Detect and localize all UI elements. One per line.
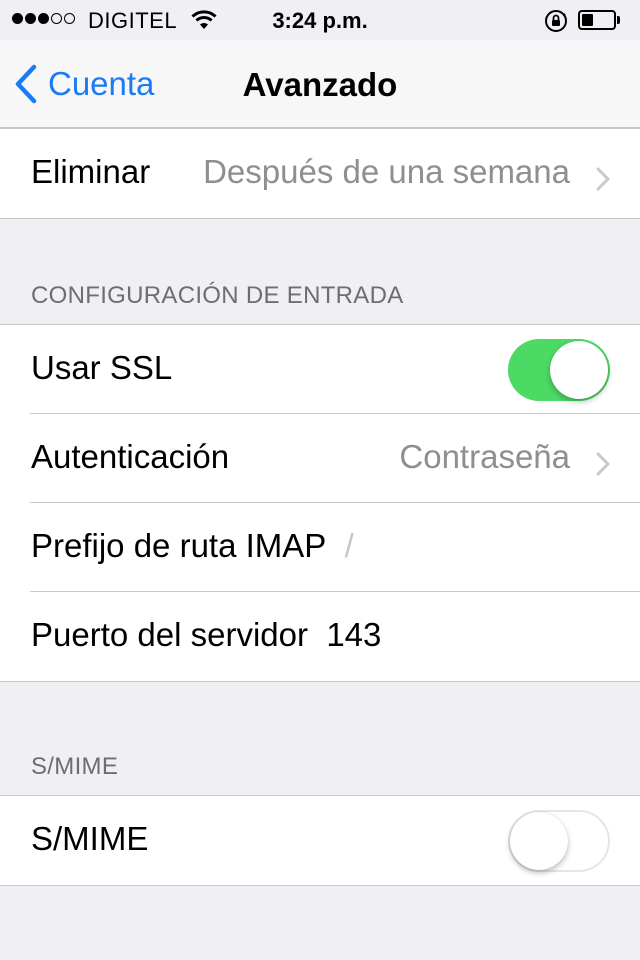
smime-label: S/MIME — [31, 820, 149, 857]
imap-prefix-row[interactable]: Prefijo de ruta IMAP / — [0, 503, 640, 592]
incoming-settings-group: Usar SSL Autenticación Contraseña Prefij… — [0, 324, 640, 682]
server-port-label: Puerto del servidor — [31, 616, 308, 653]
delete-group: Eliminar Después de una semana — [0, 128, 640, 219]
imap-prefix-label: Prefijo de ruta IMAP — [31, 527, 327, 564]
authentication-value: Contraseña — [399, 438, 570, 475]
imap-prefix-field[interactable]: Prefijo de ruta IMAP / — [31, 527, 354, 565]
toggle-knob — [510, 812, 568, 870]
use-ssl-label: Usar SSL — [31, 349, 173, 386]
chevron-right-icon — [596, 161, 610, 199]
server-port-row[interactable]: Puerto del servidor 143 — [0, 592, 640, 681]
battery-icon — [578, 10, 622, 30]
server-port-value: 143 — [326, 616, 382, 653]
smime-toggle[interactable] — [508, 810, 610, 872]
chevron-right-icon — [596, 446, 610, 484]
smime-header: S/MIME — [31, 753, 119, 780]
smime-group: S/MIME — [0, 795, 640, 886]
toggle-knob — [550, 341, 608, 399]
authentication-label: Autenticación — [31, 438, 230, 475]
delete-value: Después de una semana — [203, 153, 570, 190]
authentication-row[interactable]: Autenticación Contraseña — [0, 414, 640, 503]
imap-prefix-value: / — [344, 527, 354, 564]
incoming-settings-header: CONFIGURACIÓN DE ENTRADA — [31, 282, 404, 309]
server-port-field[interactable]: Puerto del servidor 143 — [31, 616, 381, 654]
smime-row: S/MIME — [0, 796, 640, 885]
delete-row[interactable]: Eliminar Después de una semana — [0, 129, 640, 218]
page-title: Avanzado — [242, 66, 398, 103]
use-ssl-toggle[interactable] — [508, 339, 610, 401]
rotation-lock-icon — [544, 9, 568, 39]
status-bar: DIGITEL 3:24 p.m. — [0, 0, 640, 40]
use-ssl-row: Usar SSL — [0, 325, 640, 414]
navigation-bar: Cuenta Avanzado — [0, 40, 640, 128]
delete-label: Eliminar — [31, 153, 151, 190]
